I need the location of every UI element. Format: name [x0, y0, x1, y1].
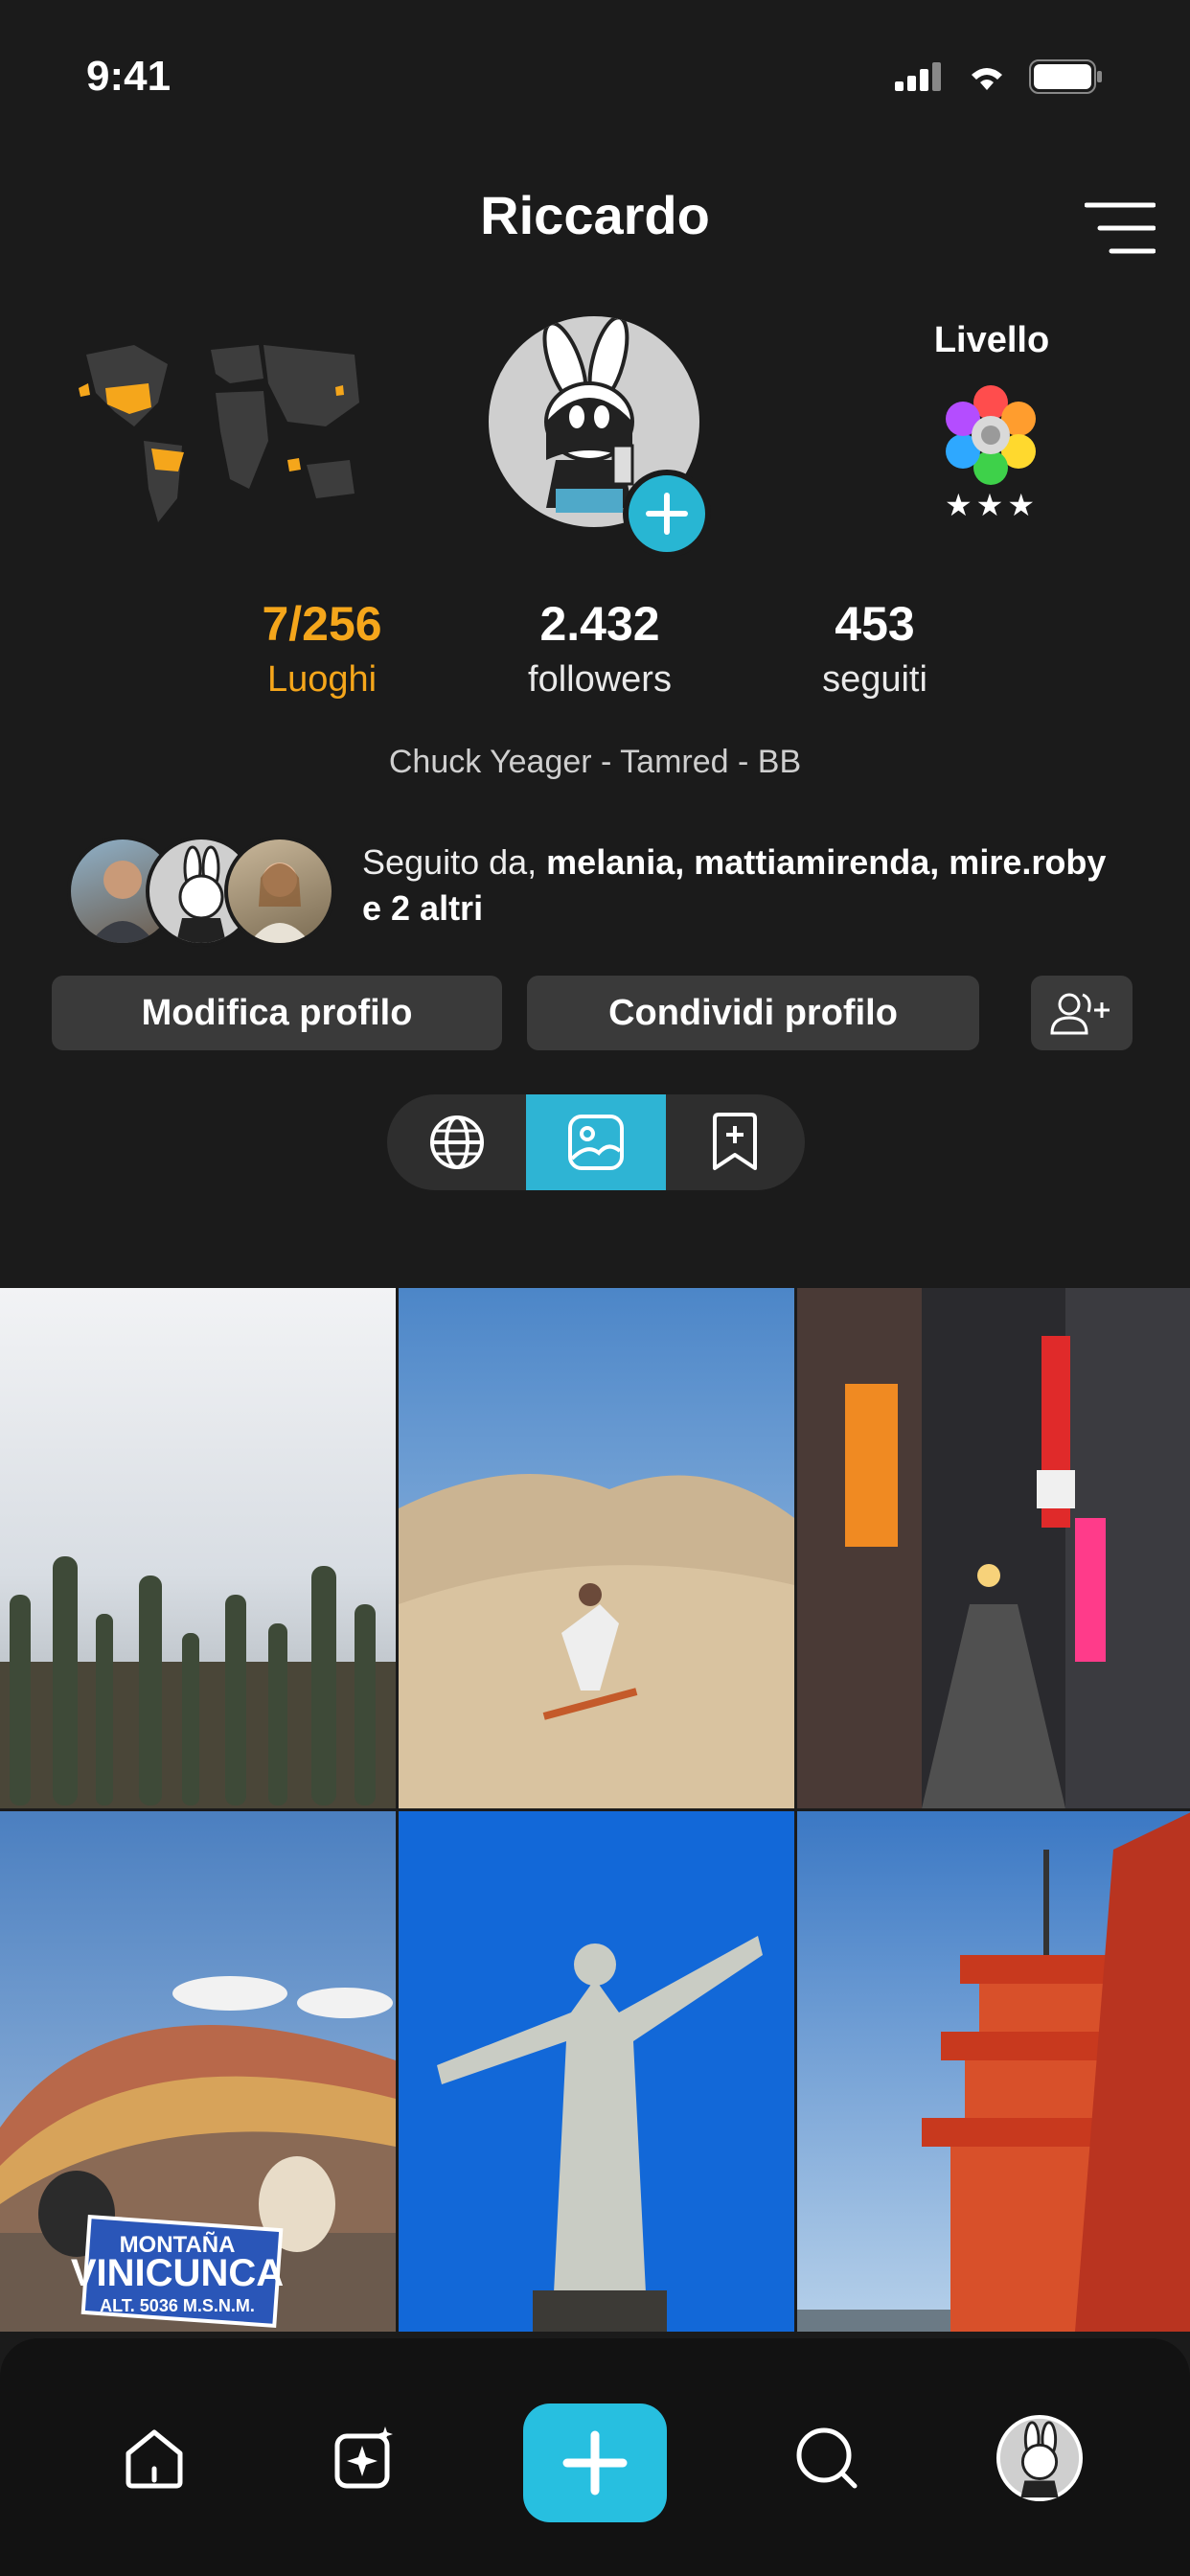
- sign-line-3: ALT. 5036 M.S.N.M.: [100, 2296, 255, 2315]
- photo-tile[interactable]: [0, 1288, 396, 1808]
- add-friend-button[interactable]: [1031, 976, 1133, 1050]
- photo-tile[interactable]: [399, 1288, 794, 1808]
- plus-icon: [562, 2430, 628, 2496]
- tokyo-alley-photo: [797, 1288, 1190, 1808]
- pagoda-photo: [797, 1811, 1190, 2332]
- nav-home[interactable]: [111, 2415, 197, 2501]
- search-icon: [796, 2427, 858, 2489]
- salt-flat-cacti-photo: [0, 1288, 396, 1808]
- following-count: 453: [835, 597, 915, 651]
- globe-icon: [429, 1116, 484, 1169]
- places-count: 7/256: [262, 597, 382, 651]
- sign-line-2: VINICUNCA: [71, 2252, 284, 2294]
- add-user-icon: [1050, 993, 1110, 1035]
- edit-profile-button[interactable]: Modifica profilo: [52, 976, 502, 1050]
- visited-places-map[interactable]: [77, 335, 364, 527]
- menu-icon[interactable]: [1085, 199, 1156, 257]
- add-story-button[interactable]: [623, 470, 711, 558]
- photo-tile[interactable]: [797, 1288, 1190, 1808]
- tab-map[interactable]: [387, 1094, 526, 1190]
- sparkle-image-icon: [334, 2426, 393, 2489]
- nav-search[interactable]: [784, 2415, 870, 2501]
- home-icon: [126, 2429, 183, 2489]
- profile-bio: Chuck Yeager - Tamred - BB: [388, 744, 802, 780]
- follower-avatar: [224, 836, 335, 947]
- stat-places[interactable]: 7/256 Luoghi: [217, 596, 427, 701]
- stat-followers[interactable]: 2.432 followers: [494, 596, 705, 701]
- wifi-icon: [972, 68, 1002, 90]
- followers-count: 2.432: [539, 597, 660, 651]
- profile-avatar: [996, 2415, 1083, 2501]
- plus-icon: [646, 493, 688, 535]
- photo-grid: MONTAÑA VINICUNCA ALT. 5036 M.S.N.M.: [0, 1288, 1190, 2338]
- nav-profile[interactable]: [996, 2415, 1083, 2501]
- level-stars: ★★★: [944, 488, 1040, 522]
- photo-tile[interactable]: [399, 1811, 794, 2332]
- tab-photos[interactable]: [526, 1094, 666, 1190]
- stat-following[interactable]: 453 seguiti: [769, 596, 980, 701]
- following-label: seguiti: [822, 659, 927, 700]
- tab-saved[interactable]: [666, 1094, 805, 1190]
- level-badge-icon[interactable]: [937, 381, 1044, 489]
- sandboarding-dunes-photo: [399, 1288, 794, 1808]
- profile-username: Riccardo: [480, 185, 710, 245]
- status-icons: [895, 59, 1104, 94]
- followers-label: followers: [528, 659, 672, 700]
- signal-icon: [895, 62, 941, 91]
- followed-by-avatars[interactable]: [67, 836, 335, 947]
- followed-by-prefix: Seguito da,: [362, 842, 547, 882]
- battery-icon: [1029, 59, 1102, 94]
- vinicunca-photo: MONTAÑA VINICUNCA ALT. 5036 M.S.N.M.: [0, 1811, 396, 2332]
- christ-redeemer-photo: [399, 1811, 794, 2332]
- places-label: Luoghi: [266, 659, 378, 700]
- nav-ai-photos[interactable]: [322, 2415, 408, 2501]
- level-label: Livello: [933, 320, 1050, 360]
- nav-create-button[interactable]: [523, 2404, 667, 2522]
- bookmark-add-icon: [713, 1113, 758, 1170]
- content-tabs: [387, 1094, 805, 1190]
- image-icon: [567, 1115, 624, 1170]
- status-time: 9:41: [86, 53, 172, 100]
- share-profile-button[interactable]: Condividi profilo: [527, 976, 979, 1050]
- photo-tile[interactable]: [797, 1811, 1190, 2332]
- followed-by-text[interactable]: Seguito da, melania, mattiamirenda, mire…: [362, 840, 1129, 932]
- photo-tile[interactable]: MONTAÑA VINICUNCA ALT. 5036 M.S.N.M.: [0, 1811, 396, 2332]
